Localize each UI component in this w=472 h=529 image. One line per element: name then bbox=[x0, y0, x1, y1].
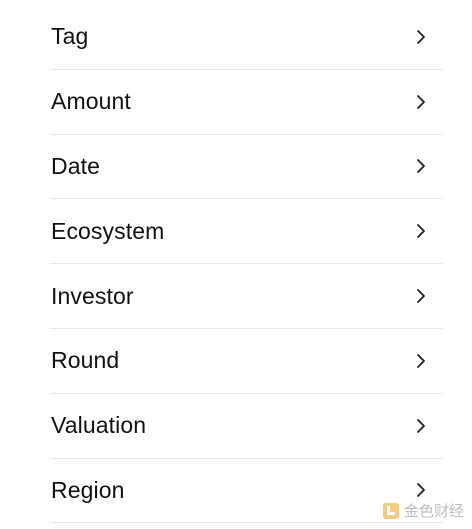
filter-label: Tag bbox=[51, 23, 89, 50]
filter-label: Date bbox=[51, 152, 100, 179]
filter-label: Valuation bbox=[51, 412, 147, 439]
chevron-right-icon bbox=[417, 94, 425, 109]
filter-list: Tag Amount Date Ecosystem Investor Round… bbox=[50, 5, 443, 524]
filter-label: Round bbox=[51, 347, 120, 374]
filter-row-ecosystem[interactable]: Ecosystem bbox=[50, 199, 443, 265]
filter-label: Investor bbox=[51, 282, 134, 309]
filter-label: Ecosystem bbox=[51, 217, 165, 244]
filter-row-investor[interactable]: Investor bbox=[50, 264, 443, 329]
chevron-right-icon bbox=[417, 418, 425, 433]
filter-row-tag[interactable]: Tag bbox=[50, 5, 443, 70]
watermark: 金色财经 bbox=[382, 500, 464, 521]
watermark-text: 金色财经 bbox=[403, 503, 464, 520]
filter-label: Amount bbox=[51, 88, 131, 115]
filter-label: Region bbox=[51, 476, 125, 503]
filter-row-amount[interactable]: Amount bbox=[50, 70, 443, 135]
filter-row-date[interactable]: Date bbox=[50, 135, 443, 200]
chevron-right-icon bbox=[417, 159, 425, 174]
chevron-right-icon bbox=[417, 289, 425, 303]
filter-row-round[interactable]: Round bbox=[50, 329, 443, 394]
filter-row-valuation[interactable]: Valuation bbox=[50, 394, 443, 459]
chevron-right-icon bbox=[417, 29, 425, 44]
chevron-right-icon bbox=[417, 353, 425, 368]
chevron-right-icon bbox=[417, 224, 425, 239]
jinse-logo-icon bbox=[382, 502, 399, 519]
chevron-right-icon bbox=[417, 483, 425, 498]
